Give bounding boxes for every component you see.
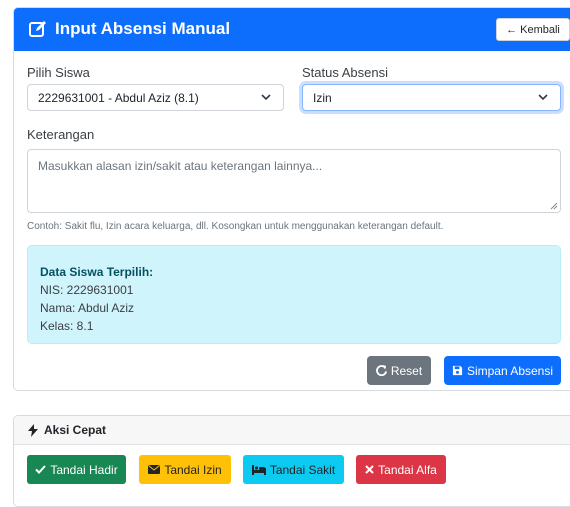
- refresh-icon: [375, 365, 387, 376]
- quick-actions-title: Aksi Cepat: [28, 423, 106, 437]
- mark-present-label: Tandai Hadir: [50, 462, 118, 477]
- note-help-text: Contoh: Sakit flu, Izin acara keluarga, …: [27, 221, 444, 232]
- arrow-left-icon: ←: [506, 23, 518, 36]
- chevron-down-icon: [538, 94, 548, 101]
- note-textarea[interactable]: Masukkan alasan izin/sakit atau keterang…: [27, 149, 561, 213]
- mark-permission-button[interactable]: Tandai Izin: [139, 455, 231, 484]
- student-select[interactable]: 2229631001 - Abdul Aziz (8.1): [27, 84, 284, 111]
- selected-class: Kelas: 8.1: [40, 319, 94, 333]
- bed-icon: [251, 464, 266, 475]
- save-icon: [452, 365, 463, 376]
- mark-present-button[interactable]: Tandai Hadir: [27, 455, 126, 484]
- mark-absent-label: Tandai Alfa: [378, 462, 437, 477]
- quick-actions-title-text: Aksi Cepat: [44, 423, 107, 437]
- selected-name: Nama: Abdul Aziz: [40, 301, 135, 315]
- page-title: Input Absensi Manual: [29, 19, 230, 39]
- resize-handle-icon[interactable]: [550, 202, 558, 210]
- student-label: Pilih Siswa: [27, 65, 90, 80]
- chevron-down-icon: [261, 94, 271, 101]
- mark-sick-label: Tandai Sakit: [269, 462, 336, 477]
- check-icon: [35, 465, 47, 474]
- student-select-value: 2229631001 - Abdul Aziz (8.1): [38, 90, 199, 105]
- mark-permission-label: Tandai Izin: [164, 462, 222, 477]
- selected-nis: NIS: 2229631001: [40, 283, 134, 297]
- edit-icon: [29, 21, 46, 37]
- close-icon: [365, 465, 374, 474]
- reset-button-label: Reset: [390, 363, 423, 378]
- mark-absent-button[interactable]: Tandai Alfa: [356, 455, 446, 484]
- lightning-icon: [28, 423, 38, 437]
- status-select[interactable]: Izin: [302, 84, 561, 111]
- selected-student-panel: Data Siswa Terpilih: NIS: 2229631001 Nam…: [27, 245, 561, 344]
- back-button[interactable]: ← Kembali: [496, 18, 570, 41]
- manual-attendance-card: Input Absensi Manual ← Kembali Pilih Sis…: [13, 7, 570, 391]
- back-button-label: Kembali: [520, 23, 560, 36]
- save-attendance-button[interactable]: Simpan Absensi: [444, 356, 561, 385]
- card-header: Input Absensi Manual ← Kembali: [14, 8, 570, 51]
- mark-sick-button[interactable]: Tandai Sakit: [243, 455, 344, 484]
- status-select-value: Izin: [313, 90, 332, 105]
- status-label: Status Absensi: [302, 65, 388, 80]
- note-placeholder: Masukkan alasan izin/sakit atau keterang…: [38, 159, 323, 173]
- envelope-icon: [148, 465, 161, 474]
- page-title-text: Input Absensi Manual: [55, 19, 231, 38]
- reset-button[interactable]: Reset: [367, 356, 431, 385]
- save-button-label: Simpan Absensi: [466, 363, 554, 378]
- note-label: Keterangan: [27, 127, 95, 142]
- quick-actions-header: Aksi Cepat: [14, 416, 570, 445]
- selected-student-title: Data Siswa Terpilih:: [40, 265, 154, 279]
